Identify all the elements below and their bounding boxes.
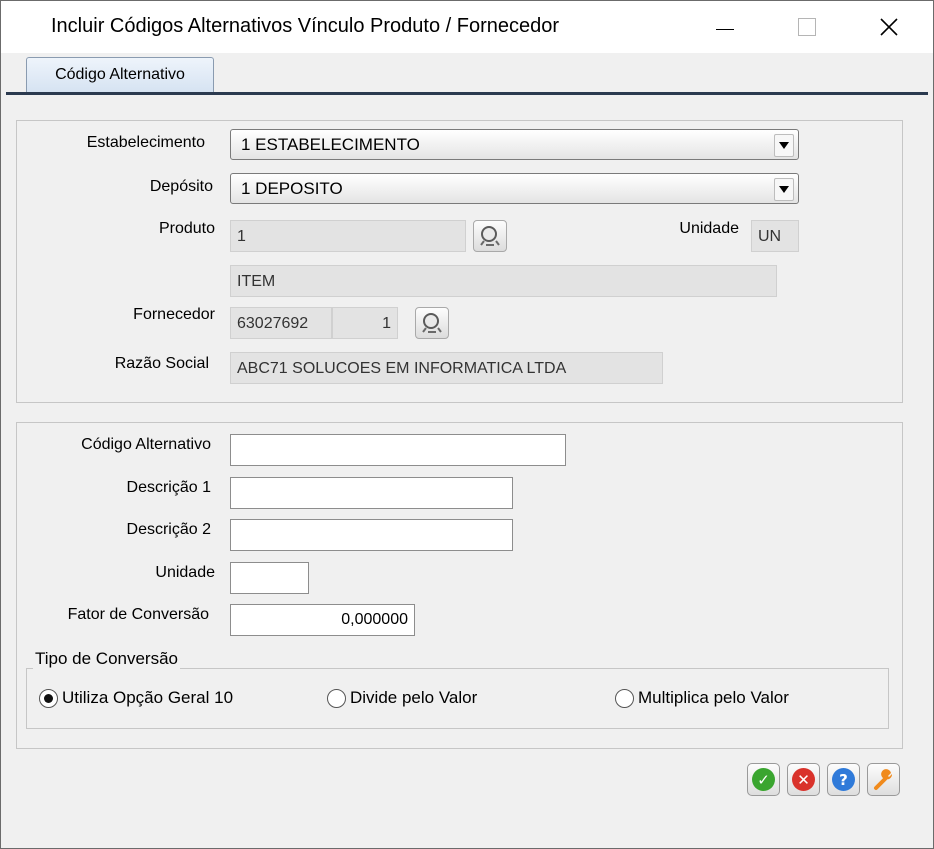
radio-utiliza-opcao-geral[interactable]: Utiliza Opção Geral 10	[39, 686, 233, 710]
codigo-alternativo-label: Código Alternativo	[81, 436, 211, 453]
produto-label: Produto	[158, 220, 215, 237]
maximize-icon	[798, 18, 816, 36]
fornecedor-seq-field: 1	[332, 307, 398, 339]
unidade-header-field: UN	[751, 220, 799, 252]
unidade-input[interactable]	[230, 562, 309, 594]
cancel-icon: ✕	[792, 768, 815, 791]
fator-conversao-label: Fator de Conversão	[67, 606, 209, 623]
estabelecimento-select[interactable]: 1 ESTABELECIMENTO	[230, 129, 799, 160]
estabelecimento-label: Estabelecimento	[86, 134, 205, 151]
confirm-button[interactable]: ✓	[747, 763, 780, 796]
minimize-button[interactable]	[694, 1, 756, 53]
tipo-conversao-title: Tipo de Conversão	[33, 649, 181, 669]
tab-codigo-alternativo[interactable]: Código Alternativo	[26, 57, 214, 92]
produto-description-field: ITEM	[230, 265, 777, 297]
razao-social-label: Razão Social	[114, 355, 209, 372]
unidade-header-label: Unidade	[679, 220, 739, 237]
minimize-icon	[716, 28, 734, 30]
razao-social-field: ABC71 SOLUCOES EM INFORMATICA LTDA	[230, 352, 663, 384]
check-icon: ✓	[752, 768, 775, 791]
descricao1-input[interactable]	[230, 477, 513, 509]
deposito-select[interactable]: 1 DEPOSITO	[230, 173, 799, 204]
search-icon	[422, 313, 442, 333]
radio-selected-icon	[39, 688, 58, 708]
codigo-alternativo-input[interactable]	[230, 434, 566, 466]
close-icon	[880, 18, 898, 36]
descricao2-label: Descrição 2	[126, 521, 211, 538]
window-title: Incluir Códigos Alternativos Vínculo Pro…	[51, 15, 560, 37]
radio-unselected-icon	[615, 688, 634, 708]
settings-button[interactable]	[867, 763, 900, 796]
unidade-label: Unidade	[155, 564, 215, 581]
produto-code-field: 1	[230, 220, 466, 252]
help-button[interactable]: ?	[827, 763, 860, 796]
chevron-down-icon	[774, 178, 794, 201]
close-button[interactable]	[858, 1, 920, 53]
dialog-window: Incluir Códigos Alternativos Vínculo Pro…	[0, 0, 934, 849]
fornecedor-lookup-button[interactable]	[415, 307, 449, 339]
descricao2-input[interactable]	[230, 519, 513, 551]
descricao1-label: Descrição 1	[126, 479, 211, 496]
help-icon: ?	[832, 768, 855, 791]
radio-multiplica-pelo-valor[interactable]: Multiplica pelo Valor	[615, 686, 789, 710]
search-icon	[480, 226, 500, 246]
fornecedor-code-field: 63027692	[230, 307, 332, 339]
deposito-value: 1 DEPOSITO	[241, 179, 343, 198]
deposito-label: Depósito	[149, 178, 213, 195]
title-bar: Incluir Códigos Alternativos Vínculo Pro…	[1, 1, 933, 53]
maximize-button[interactable]	[776, 1, 838, 53]
radio-label: Utiliza Opção Geral 10	[62, 688, 234, 707]
tab-strip: Código Alternativo	[1, 53, 933, 93]
wrench-icon	[873, 768, 892, 790]
radio-divide-pelo-valor[interactable]: Divide pelo Valor	[327, 686, 477, 710]
estabelecimento-value: 1 ESTABELECIMENTO	[241, 135, 420, 154]
fornecedor-label: Fornecedor	[133, 306, 215, 323]
fator-conversao-input[interactable]: 0,000000	[230, 604, 415, 636]
radio-unselected-icon	[327, 688, 346, 708]
radio-label: Divide pelo Valor	[350, 688, 478, 707]
tab-divider	[6, 92, 928, 95]
radio-label: Multiplica pelo Valor	[638, 688, 789, 707]
produto-lookup-button[interactable]	[473, 220, 507, 252]
cancel-button[interactable]: ✕	[787, 763, 820, 796]
chevron-down-icon	[774, 134, 794, 157]
